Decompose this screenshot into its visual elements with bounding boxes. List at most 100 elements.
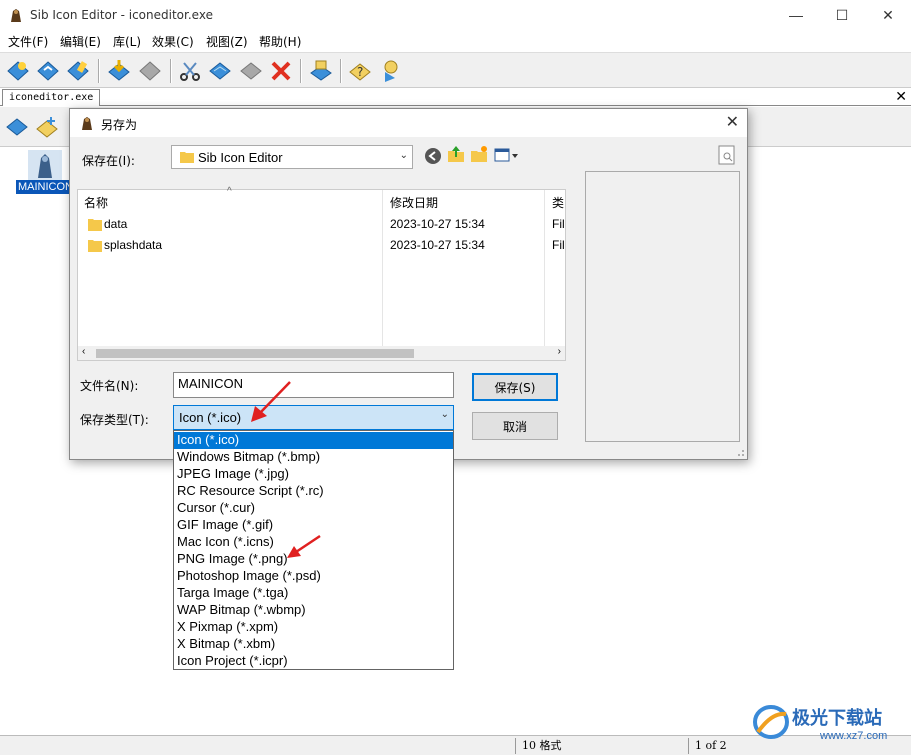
chevron-down-icon: ⌄ (440, 409, 449, 420)
toolbar-separator (340, 59, 342, 83)
filetype-option[interactable]: JPEG Image (*.jpg) (174, 466, 453, 483)
menu-library[interactable]: 库(L) (113, 33, 141, 50)
help-icon[interactable]: ? (347, 58, 373, 84)
back-icon[interactable] (424, 147, 442, 165)
filetype-label: 保存类型(T): (80, 413, 149, 427)
filetype-option[interactable]: X Pixmap (*.xpm) (174, 619, 453, 636)
filetype-option[interactable]: Targa Image (*.tga) (174, 585, 453, 602)
column-name-header[interactable]: 名称 (84, 194, 108, 211)
filetype-option[interactable]: Cursor (*.cur) (174, 500, 453, 517)
filename-label: 文件名(N): (80, 379, 139, 393)
new-folder-icon[interactable] (470, 145, 488, 163)
menu-effects[interactable]: 效果(C) (152, 33, 194, 50)
column-date-header[interactable]: 修改日期 (390, 194, 438, 211)
folder-icon (180, 152, 194, 163)
red-arrow-icon (287, 534, 321, 558)
red-arrow-icon (251, 381, 291, 422)
scrollbar-thumb[interactable] (96, 349, 414, 358)
filename-input[interactable]: MAINICON (173, 372, 454, 398)
maximize-button[interactable]: ☐ (819, 0, 865, 30)
document-tab-bar: iconeditor.exe ✕ (0, 88, 911, 106)
copy-icon[interactable] (207, 58, 233, 84)
dialog-title-bar: 另存为 ✕ (70, 109, 747, 137)
close-button[interactable]: ✕ (865, 0, 911, 30)
sort-up-icon: ^ (227, 186, 232, 197)
file-row[interactable]: splashdata 2023-10-27 15:34 Fil (78, 235, 565, 255)
properties-icon[interactable] (308, 58, 334, 84)
toolbar-separator (98, 59, 100, 83)
watermark-logo-icon (753, 705, 789, 739)
icon-thumbnail-label[interactable]: MAINICON (16, 180, 75, 194)
view-menu-icon[interactable] (494, 147, 520, 165)
file-date: 2023-10-27 15:34 (390, 217, 485, 231)
import-icon[interactable] (106, 58, 132, 84)
filetype-option[interactable]: Icon (*.ico) (174, 432, 453, 449)
file-row[interactable]: data 2023-10-27 15:34 Fil (78, 214, 565, 234)
scroll-right-icon[interactable]: › (558, 346, 561, 357)
title-bar: Sib Icon Editor - iconeditor.exe — ☐ ✕ (0, 0, 911, 30)
filetype-option[interactable]: RC Resource Script (*.rc) (174, 483, 453, 500)
watermark-text: 极光下载站 (792, 708, 882, 729)
main-toolbar: ? (0, 52, 911, 88)
toolbar-separator (300, 59, 302, 83)
cancel-button[interactable]: 取消 (472, 412, 558, 440)
minimize-button[interactable]: — (773, 0, 819, 30)
column-type-header[interactable]: 类 (552, 194, 564, 211)
svg-text:?: ? (357, 65, 363, 79)
filetype-option[interactable]: Photoshop Image (*.psd) (174, 568, 453, 585)
folder-icon (88, 240, 102, 252)
file-name: data (104, 217, 128, 231)
icon-thumbnail[interactable] (28, 150, 62, 180)
new-format-icon[interactable] (34, 114, 60, 140)
window-title: Sib Icon Editor - iconeditor.exe (30, 8, 213, 22)
app-icon (82, 117, 92, 130)
about-icon[interactable] (377, 58, 403, 84)
preview-toggle-icon[interactable] (717, 145, 737, 165)
cut-icon[interactable] (177, 58, 203, 84)
add-format-icon[interactable] (4, 114, 30, 140)
document-close-button[interactable]: ✕ (895, 88, 907, 105)
file-type: Fil (552, 238, 565, 252)
document-tab[interactable]: iconeditor.exe (2, 89, 101, 106)
filetype-option[interactable]: WAP Bitmap (*.wbmp) (174, 602, 453, 619)
filetype-option[interactable]: Windows Bitmap (*.bmp) (174, 449, 453, 466)
chevron-down-icon: ⌄ (399, 150, 408, 161)
menu-edit[interactable]: 编辑(E) (60, 33, 101, 50)
filetype-option[interactable]: Icon Project (*.icpr) (174, 653, 453, 670)
menu-bar: 文件(F) 编辑(E) 库(L) 效果(C) 视图(Z) 帮助(H) (0, 30, 911, 52)
menu-view[interactable]: 视图(Z) (206, 33, 248, 50)
file-name: splashdata (104, 238, 163, 252)
status-formats: 10 格式 (515, 738, 688, 754)
export-icon[interactable] (137, 58, 163, 84)
filetype-dropdown[interactable]: Icon (*.ico) ⌄ (173, 405, 454, 430)
menu-help[interactable]: 帮助(H) (259, 33, 301, 50)
save-button[interactable]: 保存(S) (472, 373, 558, 401)
watermark: 极光下载站 www.xz7.com (752, 700, 907, 750)
filetype-option[interactable]: X Bitmap (*.xbm) (174, 636, 453, 653)
new-icon[interactable] (5, 58, 31, 84)
filetype-value: Icon (*.ico) (179, 410, 242, 425)
app-icon (11, 9, 21, 22)
save-in-dropdown[interactable]: Sib Icon Editor ⌄ (171, 145, 413, 169)
save-icon[interactable] (65, 58, 91, 84)
up-folder-icon[interactable] (447, 145, 465, 163)
save-in-label: 保存在(I): (82, 154, 135, 168)
file-list: 名称 ^ 修改日期 类 data 2023-10-27 15:34 Fil sp… (77, 186, 566, 361)
save-in-value: Sib Icon Editor (198, 150, 283, 165)
watermark-url: www.xz7.com (820, 730, 888, 742)
dialog-close-button[interactable]: ✕ (726, 112, 739, 132)
scroll-left-icon[interactable]: ‹ (82, 346, 85, 357)
menu-file[interactable]: 文件(F) (8, 33, 48, 50)
dialog-title: 另存为 (101, 118, 138, 132)
open-icon[interactable] (35, 58, 61, 84)
preview-pane (585, 171, 740, 442)
file-type: Fil (552, 217, 565, 231)
delete-icon[interactable] (268, 58, 294, 84)
folder-icon (88, 219, 102, 231)
toolbar-separator (170, 59, 172, 83)
paste-icon[interactable] (238, 58, 264, 84)
horizontal-scrollbar[interactable]: ‹ › (78, 346, 565, 360)
file-date: 2023-10-27 15:34 (390, 238, 485, 252)
save-as-dialog: 另存为 ✕ 保存在(I): Sib Icon Editor ⌄ 名称 ^ 修改日… (69, 108, 748, 460)
resize-grip-icon[interactable] (735, 447, 745, 457)
